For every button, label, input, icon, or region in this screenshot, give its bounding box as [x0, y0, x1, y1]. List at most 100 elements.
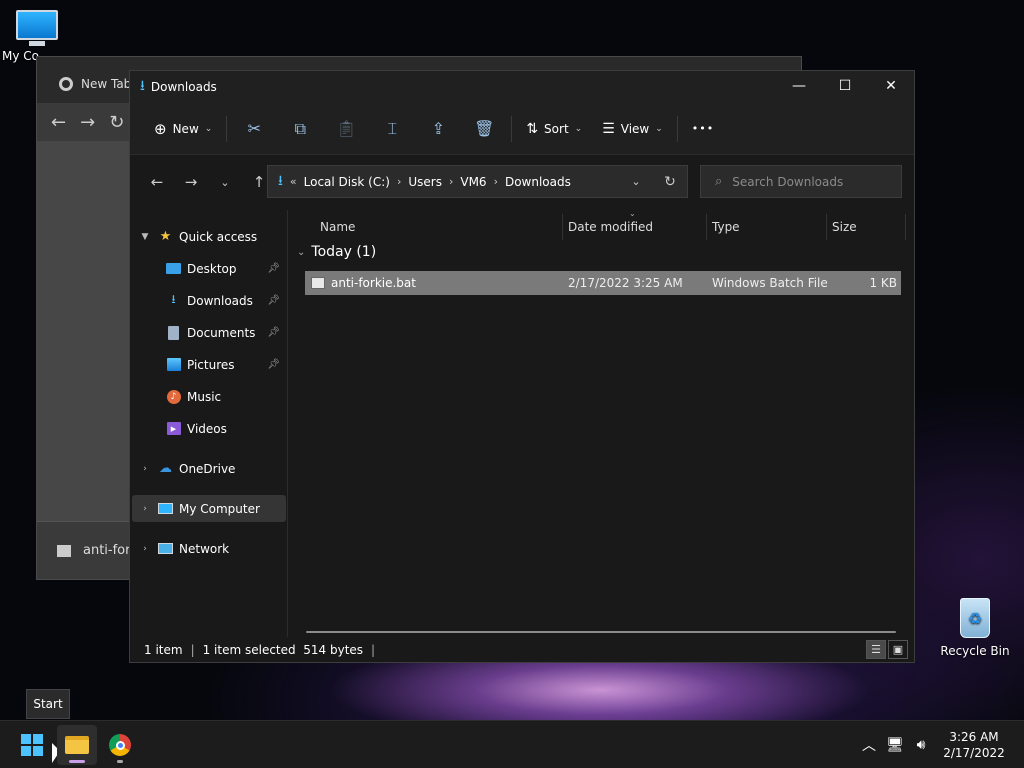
breadcrumb-users[interactable]: Users: [408, 175, 442, 189]
column-header-name[interactable]: Name: [320, 214, 355, 240]
separator: [676, 115, 678, 142]
sidebar-item-documents[interactable]: Documents 📌︎: [132, 319, 286, 346]
sort-icon: ⇅: [526, 120, 539, 137]
close-button[interactable]: ✕: [868, 71, 914, 101]
navigation-pane: ▼ ★ Quick access Desktop 📌︎ ⭳ Downloads …: [130, 210, 288, 637]
clock-date: 2/17/2022: [943, 746, 1005, 760]
file-explorer-window[interactable]: ⭳ Downloads — ☐ ✕ ⊕ New ⌄ ✂ ⧉ 📋︎ ⌶ ⇪ 🗑︎ …: [129, 70, 915, 663]
search-box[interactable]: ⌕ Search Downloads: [700, 165, 902, 198]
folder-icon: [65, 736, 89, 754]
sidebar-item-pictures[interactable]: Pictures 📌︎: [132, 351, 286, 378]
sidebar-item-label: Documents: [187, 325, 256, 340]
column-header-label: Type: [712, 220, 740, 234]
column-header-size[interactable]: Size: [832, 214, 857, 240]
show-hidden-icons-chevron-icon[interactable]: ︿: [856, 735, 882, 755]
desktop-icon-recycle-bin[interactable]: ♻ Recycle Bin: [938, 598, 1012, 658]
cut-icon[interactable]: ✂: [231, 111, 277, 147]
recent-locations-chevron-icon[interactable]: ⌄: [208, 166, 242, 198]
clock[interactable]: 3:26 AM 2/17/2022: [934, 729, 1014, 761]
maximize-button[interactable]: ☐: [822, 71, 868, 101]
sidebar-item-videos[interactable]: ▶ Videos: [132, 415, 286, 442]
column-divider[interactable]: [562, 214, 563, 240]
network-status-icon[interactable]: 🖥︎: [882, 737, 908, 753]
tiles-view-icon[interactable]: ▣: [888, 640, 908, 659]
sidebar-item-label: OneDrive: [179, 461, 236, 476]
separator: [511, 115, 513, 142]
sidebar-item-network[interactable]: › Network: [132, 535, 286, 562]
chrome-tab-favicon-icon: [59, 77, 73, 91]
sidebar-item-label: Quick access: [179, 229, 258, 244]
column-header-date[interactable]: Date modified: [568, 214, 653, 240]
sidebar-item-onedrive[interactable]: › ☁ OneDrive: [132, 455, 286, 482]
batch-file-icon: [311, 277, 325, 289]
chevron-right-icon: ›: [396, 175, 402, 188]
taskbar-file-explorer[interactable]: [57, 725, 97, 765]
pin-icon[interactable]: 📌︎: [267, 327, 280, 338]
back-arrow-icon[interactable]: ←: [51, 112, 66, 133]
chevron-right-icon[interactable]: ›: [138, 544, 152, 554]
forward-arrow-icon[interactable]: →: [80, 112, 95, 133]
file-type: Windows Batch File: [712, 276, 828, 290]
explorer-titlebar[interactable]: ⭳ Downloads — ☐ ✕: [130, 71, 914, 103]
breadcrumb-local-disk[interactable]: Local Disk (C:): [304, 175, 390, 189]
column-divider[interactable]: [905, 214, 906, 240]
chevron-right-icon[interactable]: ›: [138, 504, 152, 514]
pin-icon[interactable]: 📌︎: [267, 295, 280, 306]
sidebar-item-label: Videos: [187, 421, 227, 436]
system-tray: ︿ 🖥︎ 🔊︎ 3:26 AM 2/17/2022: [856, 721, 1024, 768]
column-header-type[interactable]: Type: [712, 214, 740, 240]
back-arrow-icon[interactable]: ←: [140, 166, 174, 198]
horizontal-scrollbar[interactable]: [306, 631, 896, 633]
volume-icon[interactable]: 🔊︎: [908, 737, 934, 753]
chevron-right-icon[interactable]: ›: [138, 464, 152, 474]
sidebar-item-my-computer[interactable]: › My Computer: [132, 495, 286, 522]
refresh-icon[interactable]: ↻: [653, 174, 687, 190]
minimize-button[interactable]: —: [776, 71, 822, 101]
breadcrumb-downloads[interactable]: Downloads: [505, 175, 571, 189]
sort-indicator-icon: ⌄: [629, 209, 636, 218]
address-history-chevron-icon[interactable]: ⌄: [619, 175, 653, 188]
sidebar-item-label: Desktop: [187, 261, 237, 276]
status-selection: 1 item selected 514 bytes: [202, 642, 364, 657]
pin-icon[interactable]: 📌︎: [267, 359, 280, 370]
taskbar-chrome[interactable]: [100, 725, 140, 765]
new-button[interactable]: ⊕ New ⌄: [144, 111, 222, 147]
column-divider[interactable]: [706, 214, 707, 240]
search-placeholder: Search Downloads: [732, 174, 844, 189]
sidebar-item-downloads[interactable]: ⭳ Downloads 📌︎: [132, 287, 286, 314]
rename-icon[interactable]: ⌶: [369, 111, 415, 147]
paste-icon[interactable]: 📋︎: [323, 111, 369, 147]
share-icon[interactable]: ⇪: [415, 111, 461, 147]
chevron-down-icon[interactable]: ▼: [138, 232, 152, 242]
forward-arrow-icon[interactable]: →: [174, 166, 208, 198]
sort-button[interactable]: ⇅ Sort ⌄: [516, 111, 592, 147]
search-icon: ⌕: [715, 174, 723, 189]
sidebar-item-quick-access[interactable]: ▼ ★ Quick access: [132, 223, 286, 250]
network-icon: [158, 542, 173, 556]
address-bar[interactable]: ⭳ « Local Disk (C:) › Users › VM6 › Down…: [267, 165, 688, 198]
details-view-icon[interactable]: ☰: [866, 640, 886, 659]
reload-icon[interactable]: ↻: [109, 112, 124, 133]
clock-time: 3:26 AM: [949, 730, 999, 744]
sidebar-item-desktop[interactable]: Desktop 📌︎: [132, 255, 286, 282]
chevron-down-icon: ⌄: [574, 123, 583, 134]
file-list[interactable]: Name Date modified ⌄ Type Size ⌄ Today (…: [289, 209, 914, 637]
show-desktop-strip[interactable]: [1014, 721, 1024, 768]
column-divider[interactable]: [826, 214, 827, 240]
address-overflow[interactable]: «: [290, 175, 297, 188]
chevron-down-icon: ⌄: [204, 123, 213, 134]
copy-icon[interactable]: ⧉: [277, 111, 323, 147]
pin-icon[interactable]: 📌︎: [267, 263, 280, 274]
chrome-download-item[interactable]: anti-for: [83, 543, 130, 558]
table-row[interactable]: anti-forkie.bat 2/17/2022 3:25 AM Window…: [305, 271, 901, 295]
sidebar-item-music[interactable]: ♪ Music: [132, 383, 286, 410]
delete-icon[interactable]: 🗑︎: [461, 111, 507, 147]
start-button[interactable]: [12, 725, 52, 765]
view-button[interactable]: ☰ View ⌄: [592, 111, 673, 147]
group-label: Today (1): [311, 244, 377, 260]
more-options-button[interactable]: •••: [682, 111, 724, 147]
breadcrumb-vm6[interactable]: VM6: [460, 175, 486, 189]
group-header-today[interactable]: ⌄ Today (1): [297, 244, 376, 260]
document-icon: [166, 325, 181, 340]
chevron-down-icon[interactable]: ⌄: [297, 247, 305, 258]
